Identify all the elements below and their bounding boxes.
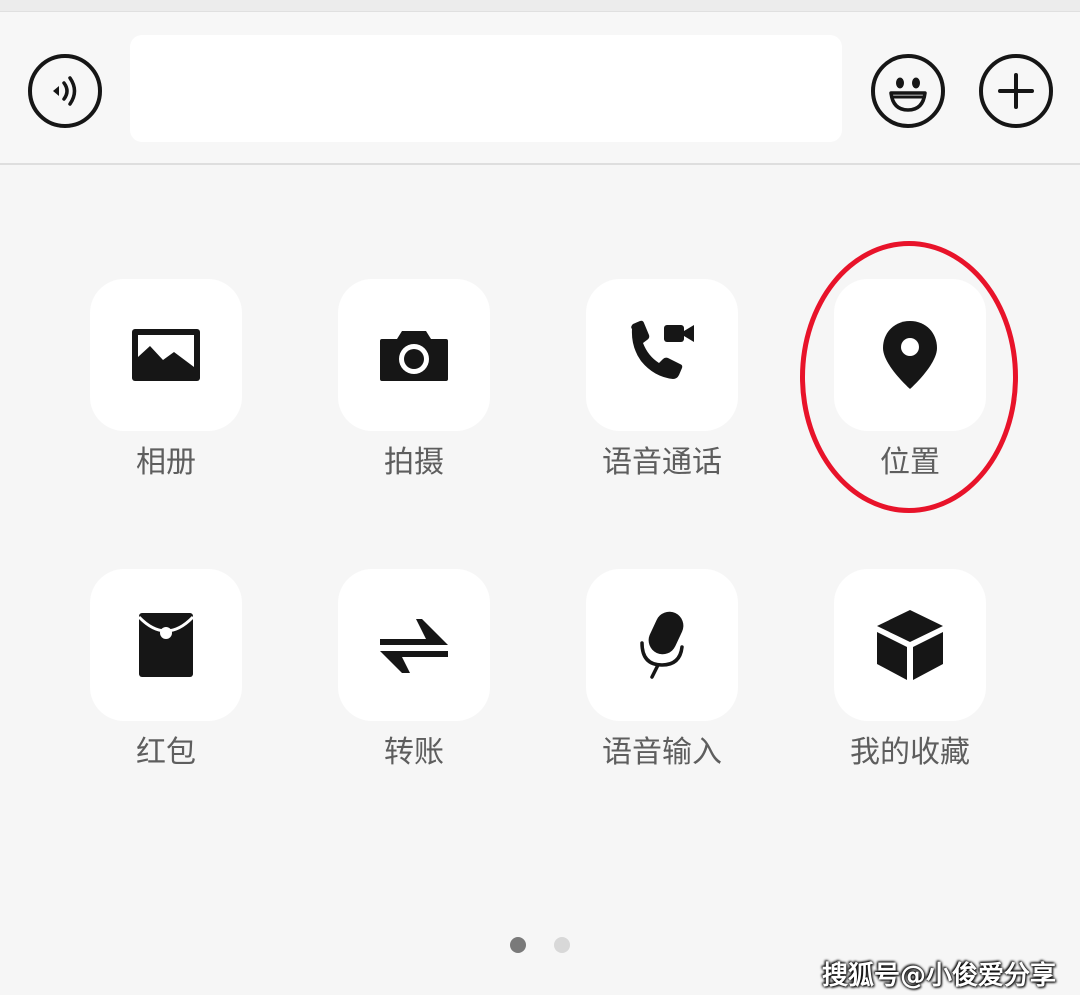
photo-album-icon	[132, 329, 200, 381]
voice-input-icon	[53, 76, 77, 106]
page-indicator-active[interactable]	[510, 937, 526, 953]
red-packet-icon	[137, 613, 195, 677]
favorites-icon	[877, 610, 943, 680]
chat-input-bar	[0, 12, 1080, 165]
location-pin-icon	[883, 321, 937, 389]
microphone-icon	[640, 611, 684, 679]
page-indicator-inactive[interactable]	[554, 937, 570, 953]
transfer-tile[interactable]	[338, 569, 490, 721]
red-packet-label: 红包	[136, 735, 196, 770]
camera-label: 拍摄	[384, 445, 444, 480]
message-input[interactable]	[130, 35, 842, 142]
chat-screen: 相册 拍摄 语音通话 位置 红包 转账 语音输入 我的收藏 搜狐号@小俊爱分享	[0, 0, 1080, 995]
voice-call-label: 语音通话	[602, 445, 722, 480]
voice-call-tile[interactable]	[586, 279, 738, 431]
more-functions-button[interactable]	[979, 54, 1053, 128]
album-label: 相册	[136, 445, 196, 480]
location-label: 位置	[880, 445, 940, 480]
plus-icon	[998, 73, 1034, 109]
voice-input-tile[interactable]	[586, 569, 738, 721]
top-divider	[0, 0, 1080, 12]
voice-toggle-button[interactable]	[28, 54, 102, 128]
favorites-label: 我的收藏	[850, 735, 970, 770]
favorites-tile[interactable]	[834, 569, 986, 721]
album-tile[interactable]	[90, 279, 242, 431]
camera-icon	[380, 331, 448, 381]
camera-tile[interactable]	[338, 279, 490, 431]
transfer-icon	[380, 619, 448, 673]
emoji-button[interactable]	[871, 54, 945, 128]
location-tile[interactable]	[834, 279, 986, 431]
watermark: 搜狐号@小俊爱分享	[821, 961, 1056, 991]
voice-call-icon	[631, 320, 694, 379]
transfer-label: 转账	[384, 735, 444, 770]
voice-input-label: 语音输入	[602, 735, 722, 770]
emoji-icon	[889, 77, 927, 112]
red-packet-tile[interactable]	[90, 569, 242, 721]
